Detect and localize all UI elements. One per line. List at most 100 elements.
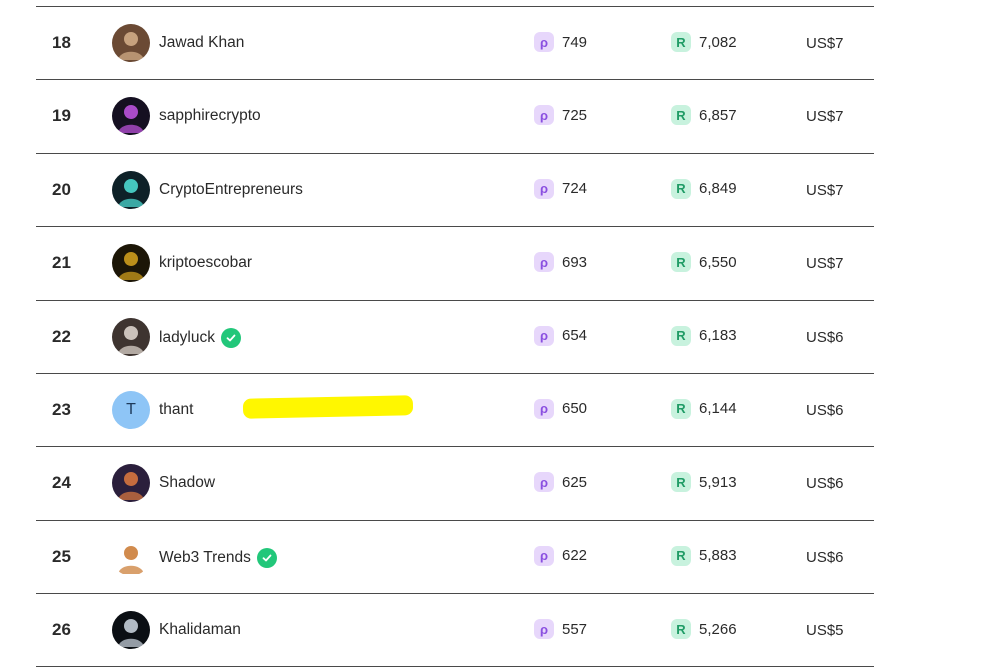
user-name[interactable]: thant [159, 401, 193, 419]
user-name[interactable]: sapphirecrypto [159, 107, 261, 125]
points-value: 557 [562, 620, 588, 638]
p-token-icon: ρ [534, 252, 554, 273]
points-stat: ρ 693 [534, 252, 587, 273]
reward-value: 6,849 [699, 180, 737, 198]
avatar[interactable] [112, 24, 150, 62]
table-row[interactable]: 23 Tthant ρ 650 R 6,144 US$6 [36, 372, 874, 446]
reward-value: 5,913 [699, 473, 737, 491]
p-token-icon: ρ [534, 472, 554, 493]
user-name-text[interactable]: Khalidaman [159, 621, 241, 639]
reward-stat: R 6,183 [671, 325, 737, 346]
points-stat: ρ 622 [534, 545, 588, 566]
rank-number: 26 [52, 620, 71, 640]
p-token-icon: ρ [534, 398, 554, 419]
reward-value: 7,082 [699, 33, 737, 51]
user-name[interactable]: Shadow [159, 474, 215, 492]
avatar[interactable] [112, 464, 150, 503]
avatar-image [118, 325, 144, 354]
reward-value: 5,883 [699, 547, 737, 565]
user-name[interactable]: ladyluck [159, 327, 241, 348]
r-token-icon: R [671, 252, 691, 273]
rank-number: 22 [52, 326, 71, 346]
rank-number: 25 [52, 546, 71, 566]
reward-stat: R 6,144 [671, 398, 737, 419]
table-row[interactable]: 26 Khalidaman ρ 557 R 5,266 US$5 [36, 593, 874, 667]
reward-value: 6,857 [699, 106, 737, 124]
points-value: 724 [562, 180, 588, 198]
avatar[interactable] [112, 97, 150, 136]
user-name-text[interactable]: kriptoescobar [159, 254, 252, 272]
reward-value: 6,183 [699, 327, 737, 345]
table-row[interactable]: 18 Jawad Khan ρ 749 R 7,082 US$7 [36, 6, 874, 79]
avatar[interactable]: T [112, 390, 150, 429]
avatar[interactable] [112, 537, 150, 576]
p-token-icon: ρ [534, 105, 554, 126]
table-row[interactable]: 22 ladyluck ρ 654 R 6,183 US$6 [36, 299, 874, 373]
rank-number: 24 [52, 473, 71, 493]
p-token-icon: ρ [534, 178, 554, 199]
user-name-text[interactable]: sapphirecrypto [159, 107, 261, 125]
user-name-text[interactable]: Web3 Trends [159, 549, 251, 567]
avatar-image [118, 32, 144, 60]
avatar[interactable] [112, 611, 150, 650]
points-stat: ρ 724 [534, 178, 588, 199]
user-name[interactable]: Web3 Trends [159, 547, 277, 568]
avatar[interactable] [112, 170, 150, 209]
user-name-text[interactable]: Jawad Khan [159, 34, 244, 52]
table-row[interactable]: 20 CryptoEntrepreneurs ρ 724 R 6,849 US$7 [36, 152, 874, 226]
avatar-image [118, 545, 144, 574]
user-name-text[interactable]: thant [159, 401, 193, 419]
reward-value: 6,144 [699, 400, 737, 418]
reward-stat: R 6,550 [671, 252, 737, 273]
table-row[interactable]: 19 sapphirecrypto ρ 725 R 6,857 US$7 [36, 79, 874, 152]
usd-value: US$7 [806, 108, 844, 126]
p-token-icon: ρ [534, 32, 554, 52]
yellow-highlight-mark [242, 395, 414, 419]
points-stat: ρ 725 [534, 105, 588, 126]
leaderboard-table: 18 Jawad Khan ρ 749 R 7,082 US$7 19 sapphirecryp… [36, 6, 874, 667]
points-value: 654 [562, 327, 588, 345]
reward-stat: R 5,266 [671, 619, 737, 640]
r-token-icon: R [671, 472, 691, 493]
avatar-image [118, 178, 144, 207]
verified-check-icon [221, 327, 241, 348]
points-stat: ρ 749 [534, 32, 587, 52]
points-value: 725 [562, 106, 588, 124]
p-token-icon: ρ [534, 619, 554, 640]
rank-number: 18 [52, 33, 71, 52]
avatar-image [118, 105, 144, 134]
usd-value: US$6 [806, 328, 844, 346]
r-token-icon: R [671, 545, 691, 566]
usd-value: US$7 [806, 255, 844, 273]
table-row[interactable]: 24 Shadow ρ 625 R 5,913 US$6 [36, 446, 874, 519]
user-name[interactable]: Khalidaman [159, 621, 241, 639]
p-token-icon: ρ [534, 325, 554, 346]
usd-value: US$6 [806, 475, 844, 493]
avatar[interactable] [112, 244, 150, 283]
points-value: 625 [562, 473, 588, 491]
verified-check-icon [256, 547, 277, 568]
user-name-text[interactable]: Shadow [159, 474, 215, 492]
avatar-image [118, 252, 144, 281]
usd-value: US$6 [806, 401, 844, 419]
table-row[interactable]: 25 Web3 Trends ρ 622 R 5,883 US$6 [36, 519, 874, 593]
points-value: 622 [562, 547, 588, 565]
r-token-icon: R [671, 178, 691, 199]
points-stat: ρ 625 [534, 472, 588, 493]
reward-stat: R 5,883 [671, 545, 737, 566]
user-name[interactable]: Jawad Khan [159, 34, 244, 52]
usd-value: US$5 [806, 622, 844, 640]
table-row[interactable]: 21 kriptoescobar ρ 693 R 6,550 US$7 [36, 226, 874, 299]
rank-number: 21 [52, 253, 71, 273]
r-token-icon: R [671, 105, 691, 126]
user-name-text[interactable]: CryptoEntrepreneurs [159, 181, 303, 199]
reward-stat: R 6,857 [671, 105, 737, 126]
user-name[interactable]: kriptoescobar [159, 254, 252, 272]
user-name-text[interactable]: ladyluck [159, 329, 215, 347]
user-name[interactable]: CryptoEntrepreneurs [159, 181, 303, 199]
avatar[interactable] [112, 317, 150, 356]
rank-number: 23 [52, 399, 71, 419]
reward-value: 5,266 [699, 620, 737, 638]
reward-stat: R 7,082 [671, 32, 737, 52]
points-value: 749 [562, 33, 588, 51]
